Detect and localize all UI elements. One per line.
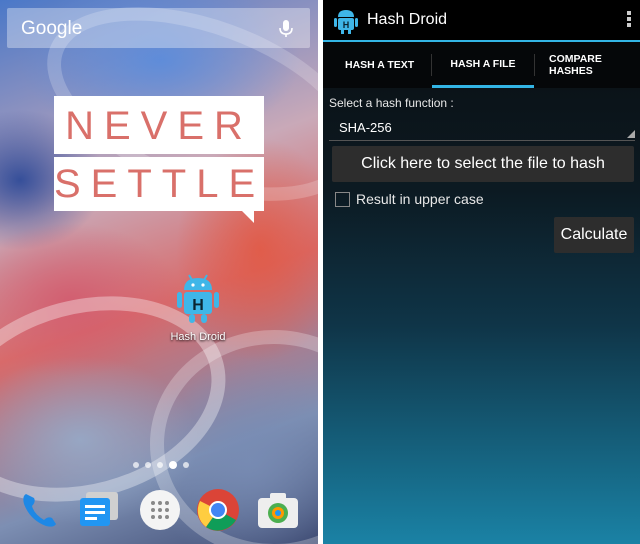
wallpaper-never-text: NEVER <box>65 104 253 148</box>
dock <box>0 480 318 544</box>
wallpaper-settle-text: SETTLE <box>54 162 266 206</box>
calculate-button[interactable]: Calculate <box>554 217 634 253</box>
camera-icon[interactable] <box>254 486 302 534</box>
chrome-icon[interactable] <box>194 486 242 534</box>
app-logo-icon: H <box>334 10 358 34</box>
home-screen: Google NEVER SETTLE H Hash Droid <box>0 0 318 544</box>
page-dot-current <box>169 461 177 469</box>
dropdown-arrow-icon <box>627 130 635 138</box>
app-title: Hash Droid <box>367 11 448 28</box>
uppercase-checkbox[interactable] <box>335 192 350 207</box>
svg-text:H: H <box>343 20 350 30</box>
page-dot <box>145 462 151 468</box>
hash-function-value: SHA-256 <box>339 120 392 135</box>
svg-text:H: H <box>192 297 204 314</box>
tab-divider <box>534 54 535 76</box>
messages-icon[interactable] <box>74 486 122 534</box>
tab-bar: HASH A TEXT HASH A FILE COMPARE HASHES <box>323 42 640 88</box>
uppercase-label: Result in upper case <box>356 191 484 207</box>
wallpaper-settle-banner: SETTLE <box>54 157 264 211</box>
page-dot <box>133 462 139 468</box>
google-search-label: Google <box>21 18 83 39</box>
microphone-icon[interactable] <box>276 18 296 38</box>
tab-hash-file[interactable]: HASH A FILE <box>432 42 534 88</box>
hash-droid-shortcut[interactable]: H Hash Droid <box>170 270 226 343</box>
page-indicator <box>133 460 193 470</box>
tab-hash-text[interactable]: HASH A TEXT <box>345 42 414 88</box>
tab-compare-hashes[interactable]: COMPARE HASHES <box>549 42 629 88</box>
overflow-menu-icon[interactable] <box>626 11 632 29</box>
google-search-bar[interactable]: Google <box>7 8 310 48</box>
hash-function-label: Select a hash function : <box>329 96 454 110</box>
hash-droid-app: H Hash Droid HASH A TEXT HASH A FILE COM… <box>323 0 640 544</box>
wallpaper-never-banner: NEVER <box>54 96 264 154</box>
action-bar: H Hash Droid <box>323 0 640 42</box>
banner-pointer <box>240 209 254 223</box>
hash-droid-icon: H <box>177 274 219 323</box>
phone-icon[interactable] <box>16 486 64 534</box>
app-drawer-icon[interactable] <box>136 486 184 534</box>
hash-function-select[interactable]: SHA-256 <box>329 114 635 141</box>
select-file-button[interactable]: Click here to select the file to hash <box>332 146 634 182</box>
page-dot <box>183 462 189 468</box>
hash-droid-shortcut-label: Hash Droid <box>170 331 226 343</box>
page-dot <box>157 462 163 468</box>
